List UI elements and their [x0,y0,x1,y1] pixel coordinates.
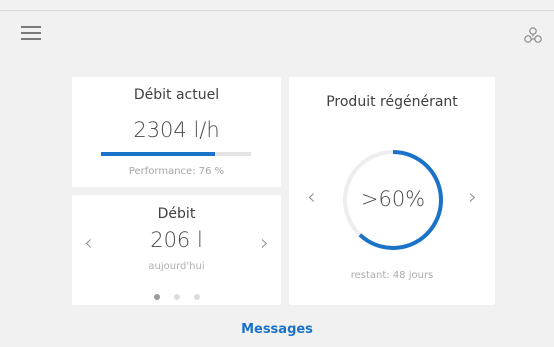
performance-label: Performance: 76 % [128,166,225,177]
menu-line [21,38,41,40]
daily-flow-subtitle: aujourd'hui [148,261,205,272]
daily-flow-title: Débit [157,206,196,222]
daily-flow-card[interactable]: ‹ Débit 206 l aujourd'hui › [72,195,281,305]
menu-line [21,32,41,34]
pagination-dot[interactable] [193,294,200,300]
regenerant-card[interactable]: Produit régénérant ‹ >60% › restant: 48 … [289,77,495,305]
chevron-right-icon[interactable]: › [468,187,477,209]
top-divider [0,10,554,11]
menu-line [21,26,41,28]
settings-icon[interactable] [520,24,546,50]
performance-bar [101,152,251,156]
regenerant-value: >60% [360,187,426,211]
hamburger-menu-icon[interactable] [18,24,50,46]
daily-flow-value: 206 l [150,228,203,252]
regenerant-remaining: restant: 48 jours [350,270,434,281]
performance-bar-fill [101,152,215,156]
current-flow-card[interactable]: Débit actuel 2304 l/h Performance: 76 % [72,77,281,187]
pagination-dot[interactable] [173,294,180,300]
chevron-right-icon[interactable]: › [260,233,269,255]
chevron-left-icon[interactable]: ‹ [307,187,316,209]
current-flow-value: 2304 l/h [133,118,220,142]
settings-glyph [524,27,542,43]
pagination-dot[interactable] [153,294,160,300]
pagination-dots [72,285,281,304]
messages-link[interactable]: Messages [0,322,554,337]
regenerant-title: Produit régénérant [326,94,458,110]
current-flow-title: Débit actuel [133,87,220,103]
